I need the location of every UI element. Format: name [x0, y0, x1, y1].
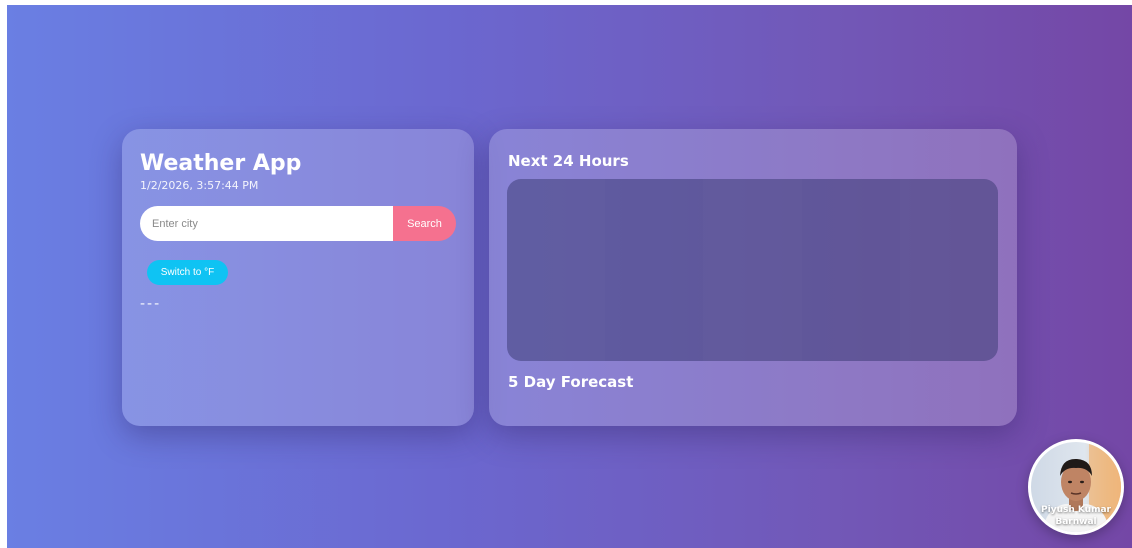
- hour-slot: [703, 179, 801, 361]
- daily-forecast-title: 5 Day Forecast: [508, 373, 634, 391]
- hour-slot: [507, 179, 605, 361]
- current-datetime: 1/2/2026, 3:57:44 PM: [140, 179, 259, 192]
- app-background: Weather App 1/2/2026, 3:57:44 PM Search …: [7, 5, 1132, 548]
- search-button[interactable]: Search: [393, 206, 456, 241]
- unit-toggle-button[interactable]: Switch to °F: [147, 260, 228, 285]
- city-search-input[interactable]: [140, 206, 393, 241]
- current-weather-card: Weather App 1/2/2026, 3:57:44 PM Search …: [122, 129, 474, 426]
- search-bar: Search: [140, 206, 456, 241]
- hour-slot: [900, 179, 998, 361]
- forecast-card: Next 24 Hours 5 Day Forecast: [489, 129, 1017, 426]
- temperature-placeholder: ---: [140, 296, 162, 312]
- profile-name: Piyush Kumar Barnwal: [1041, 505, 1111, 527]
- hourly-forecast-panel[interactable]: [507, 179, 998, 361]
- hourly-forecast-title: Next 24 Hours: [508, 152, 629, 170]
- app-title: Weather App: [140, 151, 302, 176]
- hour-slot: [802, 179, 900, 361]
- hour-slot: [605, 179, 703, 361]
